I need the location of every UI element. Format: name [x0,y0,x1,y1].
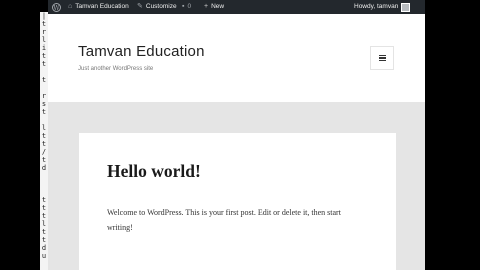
greeting-label: Howdy, tamvan [354,3,399,10]
side-glyph: t [41,76,47,84]
side-glyph: l [41,124,47,132]
side-glyph: | [41,12,47,20]
side-glyph: / [41,148,47,156]
side-glyph: d [41,164,47,172]
side-glyph: s [41,100,47,108]
side-text-strip: | t r l i t t t rst l t t / t d tttlttdu [40,12,48,270]
post-title[interactable]: Hello world! [107,161,201,182]
plus-icon: + [204,3,209,10]
side-glyph: r [41,28,47,36]
side-glyph: u [41,252,47,260]
side-glyph [40,180,48,188]
side-glyph: t [41,140,47,148]
site-tagline: Just another WordPress site [78,66,154,72]
home-icon: ⌂ [68,3,73,10]
comments-link[interactable]: ▪ 0 [182,0,191,14]
side-glyph: l [41,220,47,228]
side-glyph: l [41,36,47,44]
side-glyph [40,188,48,196]
side-glyph: d [41,244,47,252]
browser-viewport: W ⌂ Tamvan Education ✎ Customize ▪ 0 + N… [48,0,425,270]
new-content-menu[interactable]: + New [204,0,224,14]
post-content: Welcome to WordPress. This is your first… [107,208,341,232]
hamburger-icon [378,55,386,61]
post-card: Hello world! Welcome to WordPress. This … [79,133,396,270]
wordpress-logo-icon: W [52,2,61,12]
customize-link[interactable]: ✎ Customize [137,0,177,14]
side-glyph [40,172,48,180]
side-glyph: t [41,20,47,28]
side-glyph: i [41,44,47,52]
site-name-label: Tamvan Education [75,3,129,10]
side-glyph: t [41,132,47,140]
side-glyph: t [41,196,47,204]
new-label: New [211,3,225,10]
left-window-gutter [0,0,42,270]
right-window-gutter [425,0,480,270]
side-glyph: t [41,228,47,236]
side-glyph: t [41,236,47,244]
menu-toggle-button[interactable] [370,46,394,70]
avatar [401,2,411,12]
side-glyph: t [41,52,47,60]
site-header: Tamvan Education Just another WordPress … [48,14,425,102]
side-glyph: t [41,204,47,212]
side-glyph [40,84,48,92]
site-name-menu[interactable]: ⌂ Tamvan Education [68,0,129,14]
side-glyph [40,68,48,76]
side-glyph [40,116,48,124]
wp-logo-menu[interactable]: W [52,0,61,14]
wp-admin-bar: W ⌂ Tamvan Education ✎ Customize ▪ 0 + N… [48,0,425,14]
side-glyph: r [41,92,47,100]
comments-count: 0 [187,3,192,10]
site-title[interactable]: Tamvan Education [78,43,205,60]
brush-icon: ✎ [137,3,143,10]
side-glyph: t [41,212,47,220]
my-account-menu[interactable]: Howdy, tamvan [354,0,411,14]
customize-label: Customize [145,3,177,10]
side-glyph: t [41,156,47,164]
side-glyph: t [41,60,47,68]
comment-bubble-icon: ▪ [182,3,185,10]
side-glyph: t [41,108,47,116]
